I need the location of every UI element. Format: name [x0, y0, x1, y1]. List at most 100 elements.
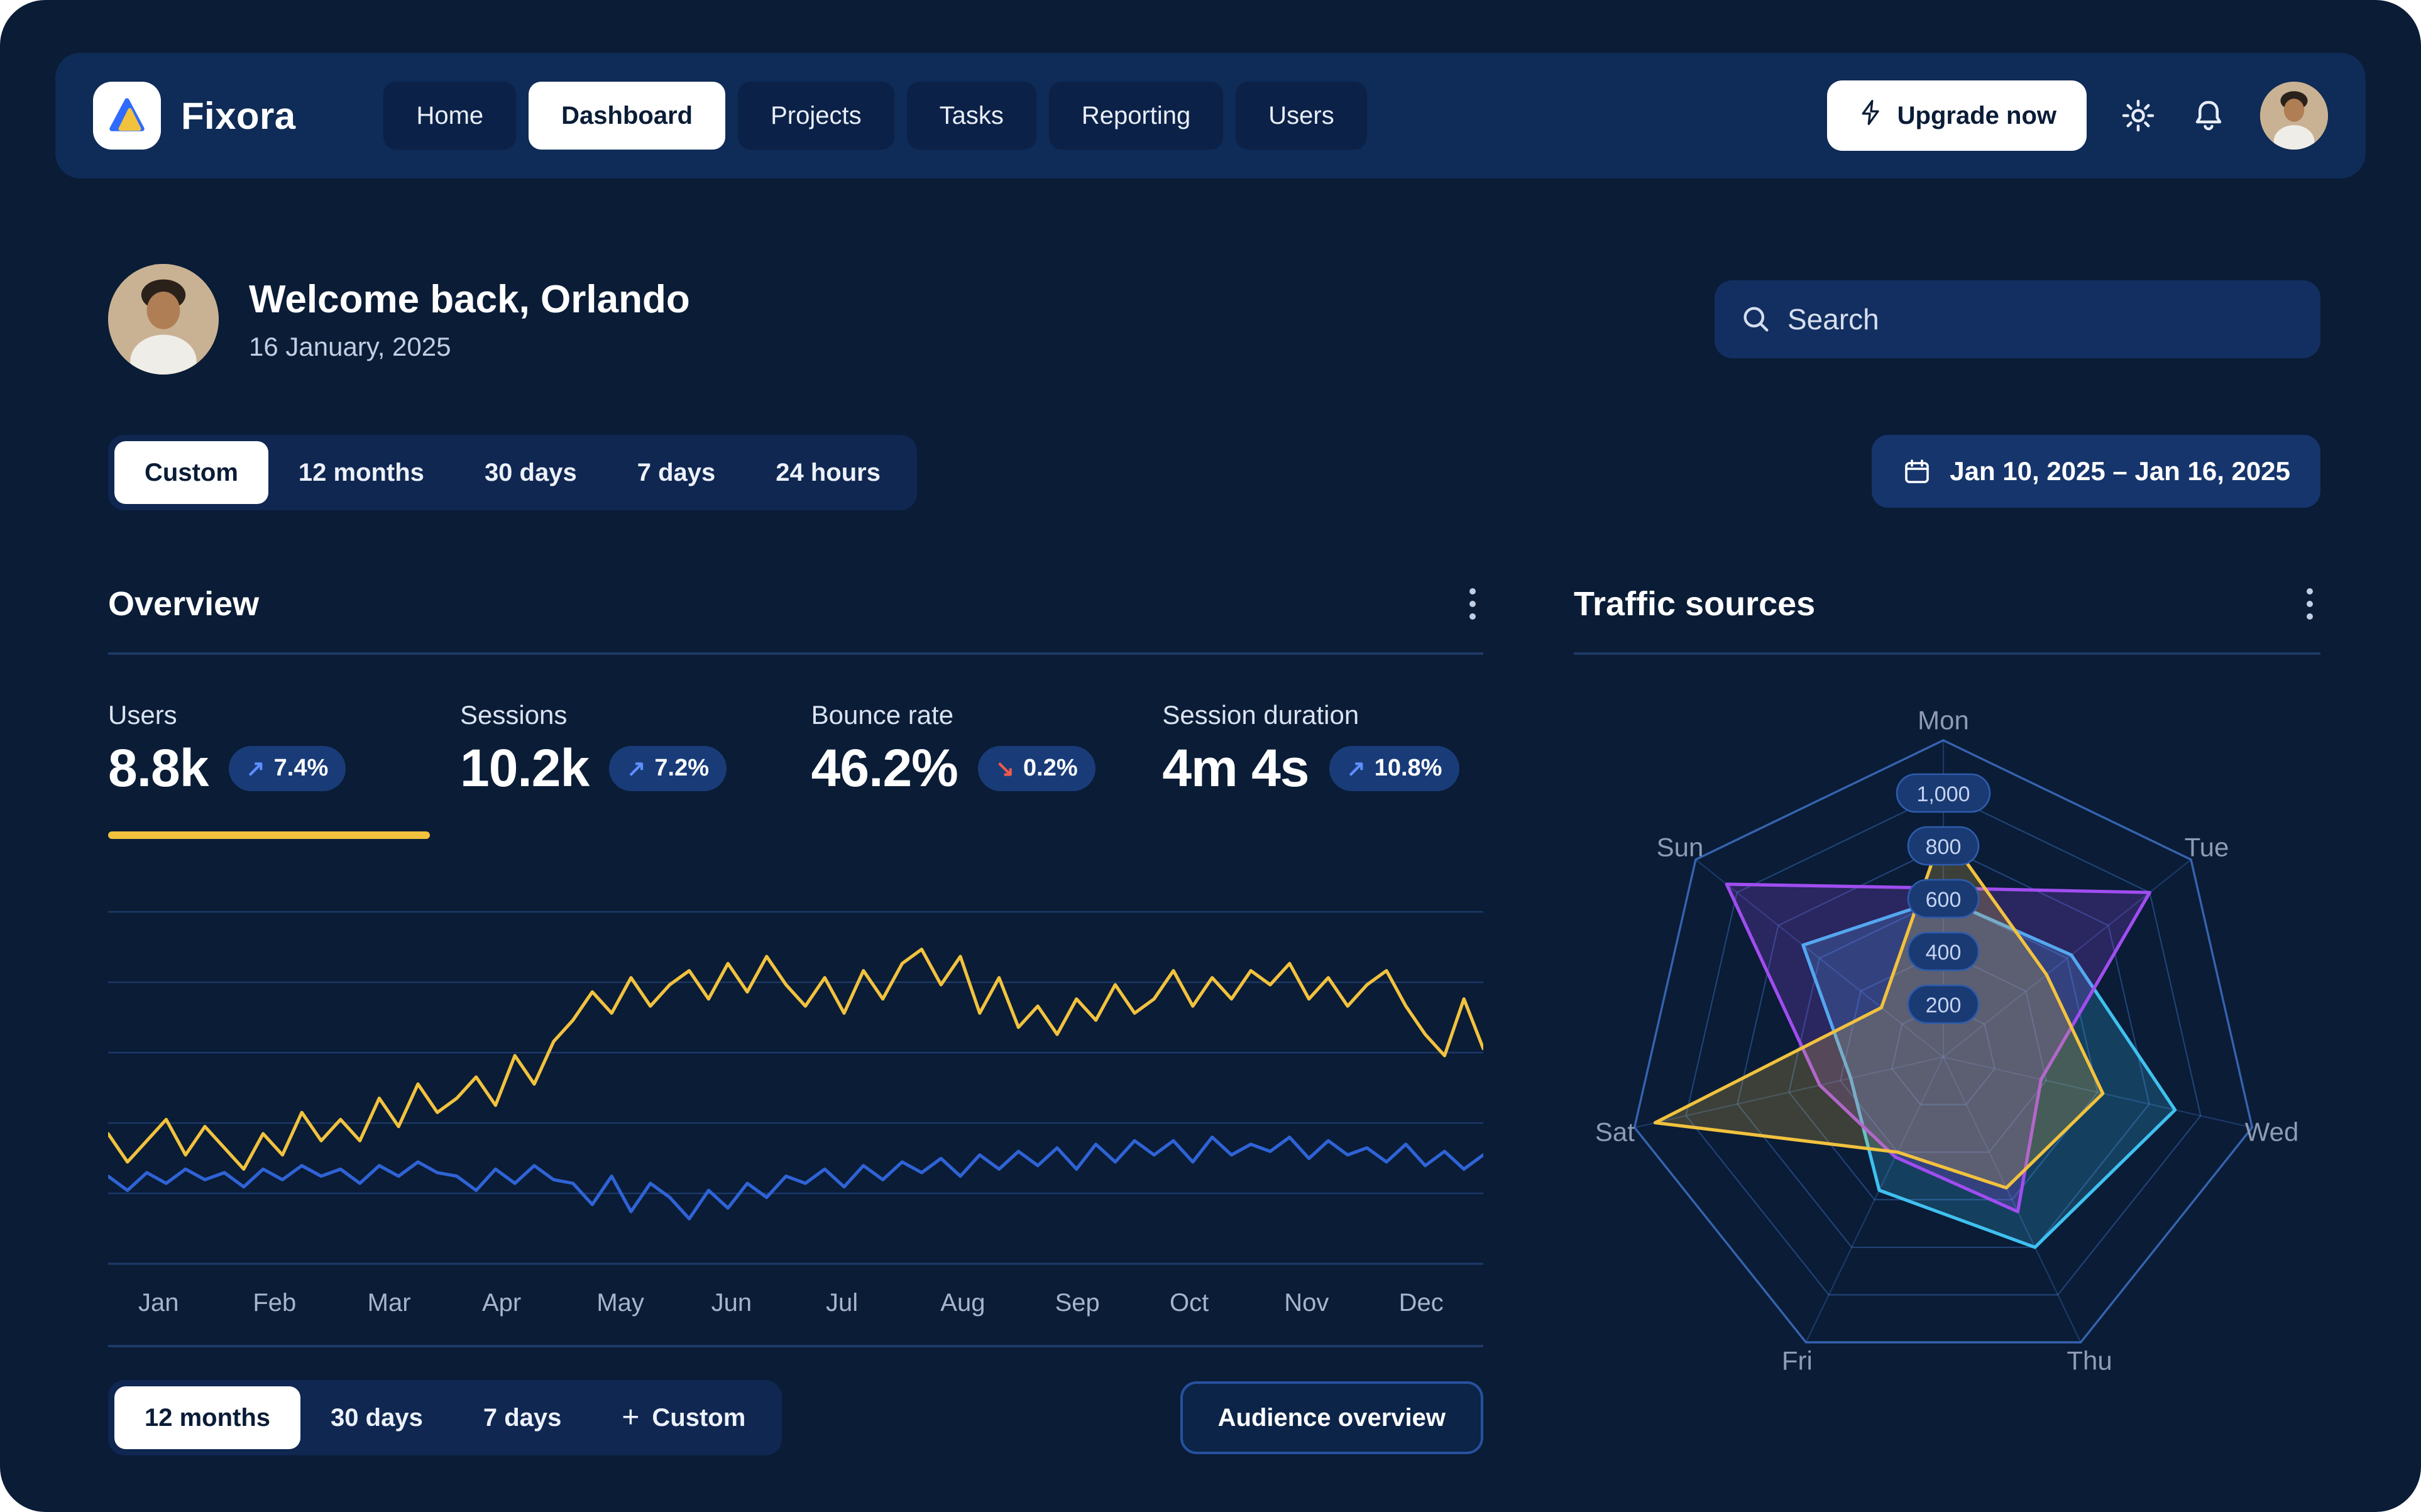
upgrade-button[interactable]: Upgrade now: [1827, 80, 2087, 151]
upgrade-label: Upgrade now: [1897, 102, 2056, 130]
tab-12-months[interactable]: 12 months: [268, 441, 454, 504]
bell-icon: [2190, 97, 2227, 134]
brand: Fixora: [93, 82, 295, 150]
svg-text:Sun: Sun: [1657, 832, 1704, 862]
stat-label: Users: [108, 700, 430, 730]
nav-item-home[interactable]: Home: [383, 82, 516, 150]
welcome-user: Welcome back, Orlando 16 January, 2025: [108, 264, 690, 375]
active-stat-indicator: [108, 831, 430, 839]
tab-24-hours[interactable]: 24 hours: [745, 441, 911, 504]
chart-tab-12-months[interactable]: 12 months: [114, 1386, 300, 1449]
chart-tab-custom-label: Custom: [652, 1404, 745, 1432]
traffic-divider: [1574, 652, 2320, 655]
user-avatar[interactable]: [2260, 82, 2328, 150]
chart-tab-30-days[interactable]: 30 days: [300, 1386, 453, 1449]
time-range-tabs: Custom 12 months 30 days 7 days 24 hours: [108, 435, 917, 510]
svg-text:Sat: Sat: [1595, 1117, 1635, 1147]
svg-text:Mon: Mon: [1918, 706, 1969, 735]
welcome-title: Welcome back, Orlando: [249, 277, 690, 322]
stat-session-duration[interactable]: Session duration 4m 4s ↗ 10.8%: [1162, 700, 1483, 839]
chart-tab-7-days[interactable]: 7 days: [453, 1386, 592, 1449]
search-icon: [1740, 303, 1772, 336]
overview-footer: 12 months 30 days 7 days + Custom Audien…: [108, 1380, 1483, 1455]
overview-menu-button[interactable]: [1462, 581, 1483, 627]
svg-text:200: 200: [1926, 994, 1962, 1017]
welcome-date: 16 January, 2025: [249, 332, 690, 362]
fixora-logo-icon: [93, 82, 161, 150]
stat-bounce-rate[interactable]: Bounce rate 46.2% ↘ 0.2%: [811, 700, 1133, 839]
month-label: Aug: [910, 1289, 1024, 1317]
month-label: Sep: [1025, 1289, 1139, 1317]
month-label: Oct: [1139, 1289, 1254, 1317]
trend-value: 7.4%: [274, 755, 329, 782]
nav-item-users[interactable]: Users: [1236, 82, 1366, 150]
traffic-panel: Traffic sources 1,000800600400200MonTueW…: [1574, 581, 2320, 1469]
stat-value: 46.2%: [811, 738, 958, 799]
chart-tab-custom[interactable]: + Custom: [591, 1386, 776, 1449]
svg-text:1,000: 1,000: [1916, 782, 1970, 806]
brand-name: Fixora: [181, 94, 295, 138]
svg-text:Wed: Wed: [2245, 1117, 2299, 1147]
month-label: Apr: [452, 1289, 566, 1317]
stat-value: 8.8k: [108, 738, 209, 799]
stat-value: 4m 4s: [1162, 738, 1309, 799]
svg-text:800: 800: [1926, 835, 1962, 859]
trend-up-icon: ↗: [1347, 755, 1366, 782]
search-input[interactable]: [1787, 302, 2295, 336]
month-label: Feb: [222, 1289, 337, 1317]
trend-badge: ↗ 7.4%: [229, 746, 346, 791]
trend-badge: ↗ 10.8%: [1329, 746, 1460, 791]
gear-icon: [2119, 97, 2157, 134]
svg-text:600: 600: [1926, 888, 1962, 912]
trend-badge: ↗ 7.2%: [609, 746, 727, 791]
traffic-radar-chart: 1,000 800 600 400 200 Mon Tue Wed Thu Fri Sat Sun: [1574, 665, 2320, 1469]
plus-icon: +: [622, 1403, 639, 1433]
trend-down-icon: ↘: [996, 755, 1014, 782]
nav-item-reporting[interactable]: Reporting: [1049, 82, 1223, 150]
welcome-section: Welcome back, Orlando 16 January, 2025: [108, 264, 2320, 375]
settings-button[interactable]: [2119, 97, 2157, 134]
stat-label: Bounce rate: [811, 700, 1133, 730]
traffic-menu-button[interactable]: [2299, 581, 2320, 627]
trend-badge: ↘ 0.2%: [978, 746, 1095, 791]
controls-row: Custom 12 months 30 days 7 days 24 hours…: [108, 435, 2320, 510]
calendar-icon: [1902, 456, 1932, 486]
svg-text:Thu: Thu: [2067, 1346, 2112, 1376]
month-label: Jan: [108, 1289, 222, 1317]
lightning-icon: [1857, 99, 1885, 133]
chart-range-tabs: 12 months 30 days 7 days + Custom: [108, 1380, 782, 1455]
top-navbar: Fixora Home Dashboard Projects Tasks Rep…: [55, 53, 2366, 178]
trend-value: 10.8%: [1375, 755, 1442, 782]
overview-divider: [108, 652, 1483, 655]
nav-item-tasks[interactable]: Tasks: [907, 82, 1036, 150]
nav-item-projects[interactable]: Projects: [738, 82, 894, 150]
svg-text:400: 400: [1926, 941, 1962, 965]
notifications-button[interactable]: [2190, 97, 2227, 134]
date-range-button[interactable]: Jan 10, 2025 – Jan 16, 2025: [1872, 435, 2320, 508]
main-content: Overview Users 8.8k ↗ 7.4%: [108, 581, 2320, 1469]
overview-line-chart: JanFebMarAprMayJunJulAugSepOctNovDec: [108, 874, 1483, 1347]
stat-users[interactable]: Users 8.8k ↗ 7.4%: [108, 700, 430, 839]
audience-overview-button[interactable]: Audience overview: [1180, 1381, 1483, 1454]
trend-value: 7.2%: [654, 755, 709, 782]
trend-up-icon: ↗: [246, 755, 265, 782]
tab-custom[interactable]: Custom: [114, 441, 268, 504]
trend-value: 0.2%: [1023, 755, 1078, 782]
stat-sessions[interactable]: Sessions 10.2k ↗ 7.2%: [460, 700, 781, 839]
stat-label: Session duration: [1162, 700, 1483, 730]
month-label: Nov: [1254, 1289, 1368, 1317]
month-label: Mar: [338, 1289, 452, 1317]
tab-30-days[interactable]: 30 days: [454, 441, 607, 504]
month-label: May: [566, 1289, 681, 1317]
month-label: Jun: [681, 1289, 796, 1317]
svg-text:Tue: Tue: [2185, 832, 2229, 862]
svg-text:Fri: Fri: [1782, 1346, 1813, 1376]
overview-panel: Overview Users 8.8k ↗ 7.4%: [108, 581, 1483, 1469]
search-box[interactable]: [1715, 280, 2320, 358]
trend-up-icon: ↗: [627, 755, 645, 782]
month-label: Dec: [1369, 1289, 1483, 1317]
tab-7-days[interactable]: 7 days: [607, 441, 746, 504]
date-range-label: Jan 10, 2025 – Jan 16, 2025: [1950, 456, 2290, 486]
main-nav: Home Dashboard Projects Tasks Reporting …: [383, 82, 1366, 150]
nav-item-dashboard[interactable]: Dashboard: [529, 82, 725, 150]
